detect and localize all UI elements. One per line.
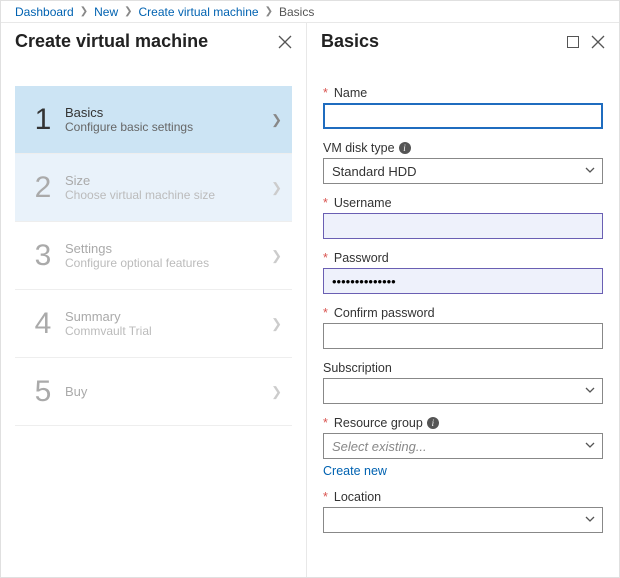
location-field: *Location xyxy=(323,490,603,533)
chevron-right-icon: ❯ xyxy=(271,316,282,332)
breadcrumb: Dashboard ❯ New ❯ Create virtual machine… xyxy=(1,1,619,23)
step-subtitle: Configure basic settings xyxy=(65,120,271,134)
disk-type-field: VM disk type i Standard HDD xyxy=(323,141,603,184)
location-select[interactable] xyxy=(323,507,603,533)
name-field: *Name xyxy=(323,86,603,129)
wizard-step-buy[interactable]: 5 Buy ❯ xyxy=(15,358,292,426)
field-label: *Location xyxy=(323,490,603,504)
disk-type-select[interactable]: Standard HDD xyxy=(323,158,603,184)
form-panel: Basics *Name VM disk type i xyxy=(307,23,619,577)
step-number: 3 xyxy=(21,239,65,273)
field-label: *Username xyxy=(323,196,603,210)
step-title: Summary xyxy=(65,309,271,324)
step-subtitle: Configure optional features xyxy=(65,256,271,270)
step-subtitle: Choose virtual machine size xyxy=(65,188,271,202)
resource-group-field: *Resource group i Select existing... Cre… xyxy=(323,416,603,478)
close-icon[interactable] xyxy=(278,35,292,49)
step-title: Settings xyxy=(65,241,271,256)
wizard-step-summary[interactable]: 4 Summary Commvault Trial ❯ xyxy=(15,290,292,358)
name-input[interactable] xyxy=(323,103,603,129)
confirm-password-field: *Confirm password xyxy=(323,306,603,349)
field-label: *Confirm password xyxy=(323,306,603,320)
panel-title: Create virtual machine xyxy=(15,31,208,52)
chevron-down-icon xyxy=(584,164,596,179)
breadcrumb-link[interactable]: New xyxy=(94,5,118,19)
restore-icon[interactable] xyxy=(567,36,579,48)
field-label: VM disk type i xyxy=(323,141,603,155)
step-number: 4 xyxy=(21,307,65,341)
field-label: *Name xyxy=(323,86,603,100)
step-title: Basics xyxy=(65,105,271,120)
step-subtitle: Commvault Trial xyxy=(65,324,271,338)
info-icon[interactable]: i xyxy=(427,417,439,429)
chevron-right-icon: ❯ xyxy=(271,248,282,264)
chevron-right-icon: ❯ xyxy=(265,6,273,17)
password-field: *Password xyxy=(323,251,603,294)
step-number: 5 xyxy=(21,375,65,409)
chevron-right-icon: ❯ xyxy=(271,384,282,400)
panel-title: Basics xyxy=(321,31,379,52)
username-input[interactable] xyxy=(323,213,603,239)
wizard-panel: Create virtual machine 1 Basics Configur… xyxy=(1,23,307,577)
close-icon[interactable] xyxy=(591,35,605,49)
confirm-password-input[interactable] xyxy=(323,323,603,349)
username-field: *Username xyxy=(323,196,603,239)
wizard-step-settings[interactable]: 3 Settings Configure optional features ❯ xyxy=(15,222,292,290)
breadcrumb-link[interactable]: Create virtual machine xyxy=(139,5,259,19)
chevron-right-icon: ❯ xyxy=(271,180,282,196)
step-number: 2 xyxy=(21,171,65,205)
chevron-down-icon xyxy=(584,513,596,528)
field-label: *Password xyxy=(323,251,603,265)
create-new-link[interactable]: Create new xyxy=(323,464,603,478)
chevron-right-icon: ❯ xyxy=(271,112,282,128)
chevron-down-icon xyxy=(584,439,596,454)
breadcrumb-link[interactable]: Dashboard xyxy=(15,5,74,19)
subscription-select[interactable] xyxy=(323,378,603,404)
step-number: 1 xyxy=(21,103,65,137)
info-icon[interactable]: i xyxy=(399,142,411,154)
chevron-right-icon: ❯ xyxy=(124,6,132,17)
password-input[interactable] xyxy=(323,268,603,294)
subscription-field: Subscription xyxy=(323,361,603,404)
field-label: Subscription xyxy=(323,361,603,375)
chevron-right-icon: ❯ xyxy=(80,6,88,17)
step-title: Buy xyxy=(65,384,271,399)
wizard-step-size[interactable]: 2 Size Choose virtual machine size ❯ xyxy=(15,154,292,222)
step-title: Size xyxy=(65,173,271,188)
resource-group-select[interactable]: Select existing... xyxy=(323,433,603,459)
chevron-down-icon xyxy=(584,384,596,399)
breadcrumb-current: Basics xyxy=(279,5,314,19)
wizard-step-basics[interactable]: 1 Basics Configure basic settings ❯ xyxy=(15,86,292,154)
field-label: *Resource group i xyxy=(323,416,603,430)
